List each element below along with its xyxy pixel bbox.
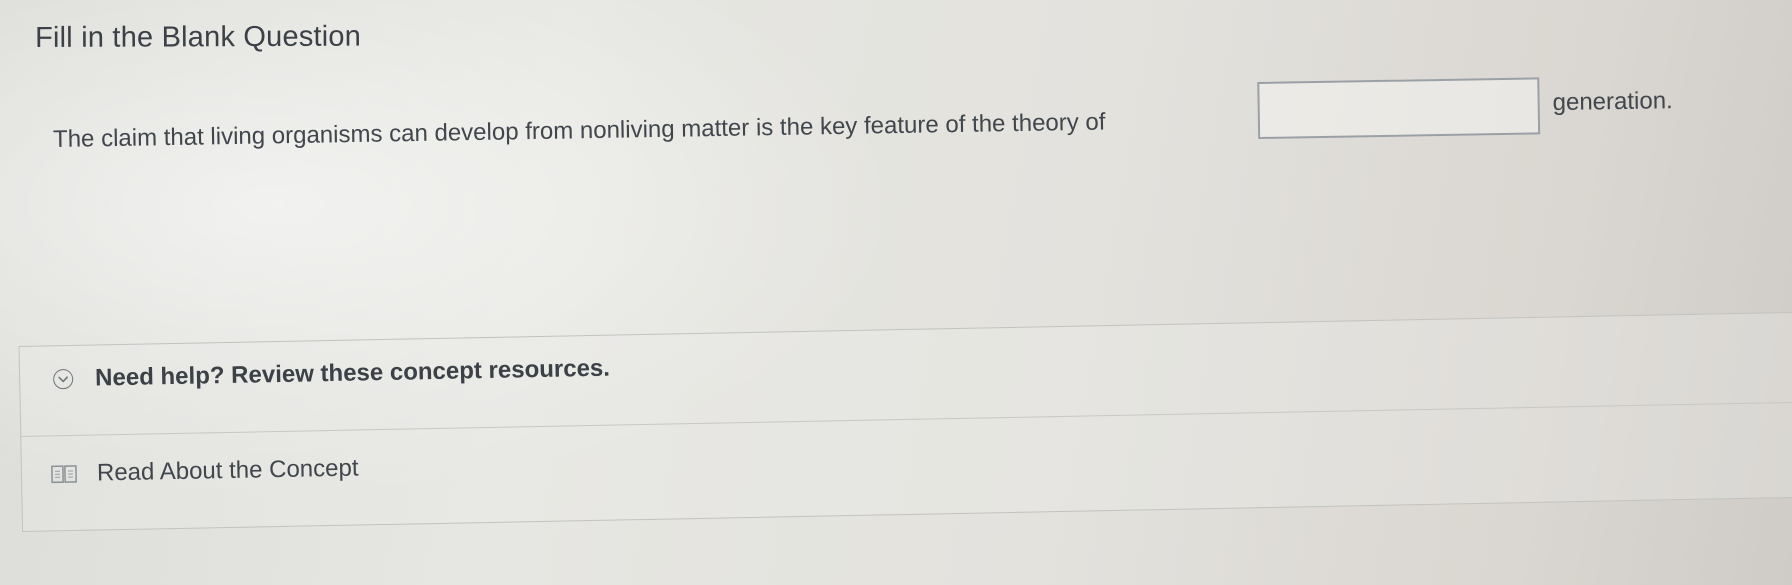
- question-text-before: The claim that living organisms can deve…: [52, 108, 1106, 153]
- answer-blank-input[interactable]: [1257, 77, 1541, 140]
- question-container: The claim that living organisms can deve…: [52, 48, 1713, 156]
- book-icon: [51, 465, 77, 484]
- page-title: Fill in the Blank Question: [35, 20, 362, 54]
- read-about-concept-link[interactable]: Read About the Concept: [51, 454, 359, 488]
- concept-resources-panel: Need help? Review these concept resource…: [18, 282, 1792, 538]
- question-text-after: generation.: [1552, 87, 1673, 117]
- chevron-down-circle-icon: [52, 368, 74, 390]
- resources-box: [18, 310, 1792, 532]
- read-about-concept-label: Read About the Concept: [96, 454, 359, 487]
